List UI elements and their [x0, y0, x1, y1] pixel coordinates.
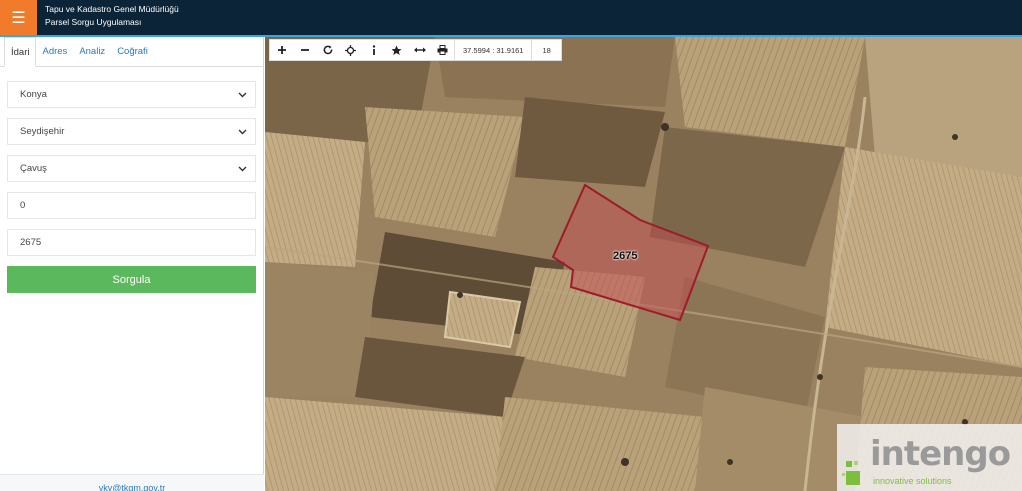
measure-icon [413, 47, 426, 53]
footer-email-link[interactable]: yky@tkgm.gov.tr [99, 483, 165, 491]
hamburger-menu-button[interactable]: ☰ [0, 0, 37, 35]
parcel-label: 2675 [613, 250, 638, 262]
chevron-down-icon [237, 127, 247, 137]
map-view[interactable]: 2675 37.5994 : 31.9161 18 intengo innova… [265, 37, 1022, 491]
chevron-down-icon [237, 90, 247, 100]
province-value: Konya [20, 89, 47, 100]
favorite-button[interactable] [385, 39, 408, 61]
logo-tagline: innovative solutions [873, 476, 952, 486]
neighborhood-select[interactable]: Çavuş [7, 155, 256, 182]
tab-analiz[interactable]: Analiz [73, 37, 111, 66]
coordinate-readout: 37.5994 : 31.9161 [454, 39, 531, 61]
parcel-number-value: 2675 [20, 237, 42, 248]
query-form: Konya Seydişehir Çavuş 0 2675 Sorgula [0, 67, 263, 293]
parcel-number-input[interactable]: 2675 [7, 229, 256, 256]
district-select[interactable]: Seydişehir [7, 118, 256, 145]
sidebar-footer: yky@tkgm.gov.tr [0, 474, 264, 491]
print-icon [437, 45, 448, 55]
chevron-down-icon [237, 164, 247, 174]
refresh-button[interactable] [316, 39, 339, 61]
zoom-in-icon [277, 46, 286, 54]
query-tabs: İdari Adres Analiz Coğrafi [0, 37, 263, 67]
province-select[interactable]: Konya [7, 81, 256, 108]
query-submit-button[interactable]: Sorgula [7, 266, 256, 293]
refresh-icon [323, 45, 332, 55]
block-number-value: 0 [20, 200, 26, 211]
map-toolbar: 37.5994 : 31.9161 18 [269, 39, 562, 61]
logo-wordmark: intengo [870, 434, 1011, 474]
district-value: Seydişehir [20, 126, 65, 137]
measure-button[interactable] [408, 39, 431, 61]
print-button[interactable] [431, 39, 454, 61]
tab-idari[interactable]: İdari [4, 37, 37, 67]
app-title: Tapu ve Kadastro Genel Müdürlüğü [45, 4, 179, 14]
app-subtitle: Parsel Sorgu Uygulaması [45, 17, 142, 27]
satellite-imagery [265, 37, 1022, 491]
neighborhood-value: Çavuş [20, 163, 47, 174]
intengo-watermark-logo: intengo innovative solutions [837, 424, 1022, 491]
info-button[interactable] [362, 39, 385, 61]
app-titles: Tapu ve Kadastro Genel Müdürlüğü Parsel … [45, 3, 179, 29]
app-header: ☰ Tapu ve Kadastro Genel Müdürlüğü Parse… [0, 0, 1022, 37]
query-sidebar: İdari Adres Analiz Coğrafi Konya Seydişe… [0, 37, 264, 491]
zoom-level-readout: 18 [531, 39, 560, 61]
star-icon [391, 45, 402, 55]
zoom-out-icon [300, 49, 309, 51]
hamburger-icon: ☰ [11, 8, 26, 27]
locate-icon [345, 44, 356, 56]
zoom-out-button[interactable] [293, 39, 316, 61]
tab-adres[interactable]: Adres [36, 37, 73, 66]
zoom-in-button[interactable] [270, 39, 293, 61]
info-icon [372, 44, 375, 55]
locate-button[interactable] [339, 39, 362, 61]
block-number-input[interactable]: 0 [7, 192, 256, 219]
tab-cografi[interactable]: Coğrafi [111, 37, 154, 66]
logo-mark-icon [842, 461, 860, 485]
